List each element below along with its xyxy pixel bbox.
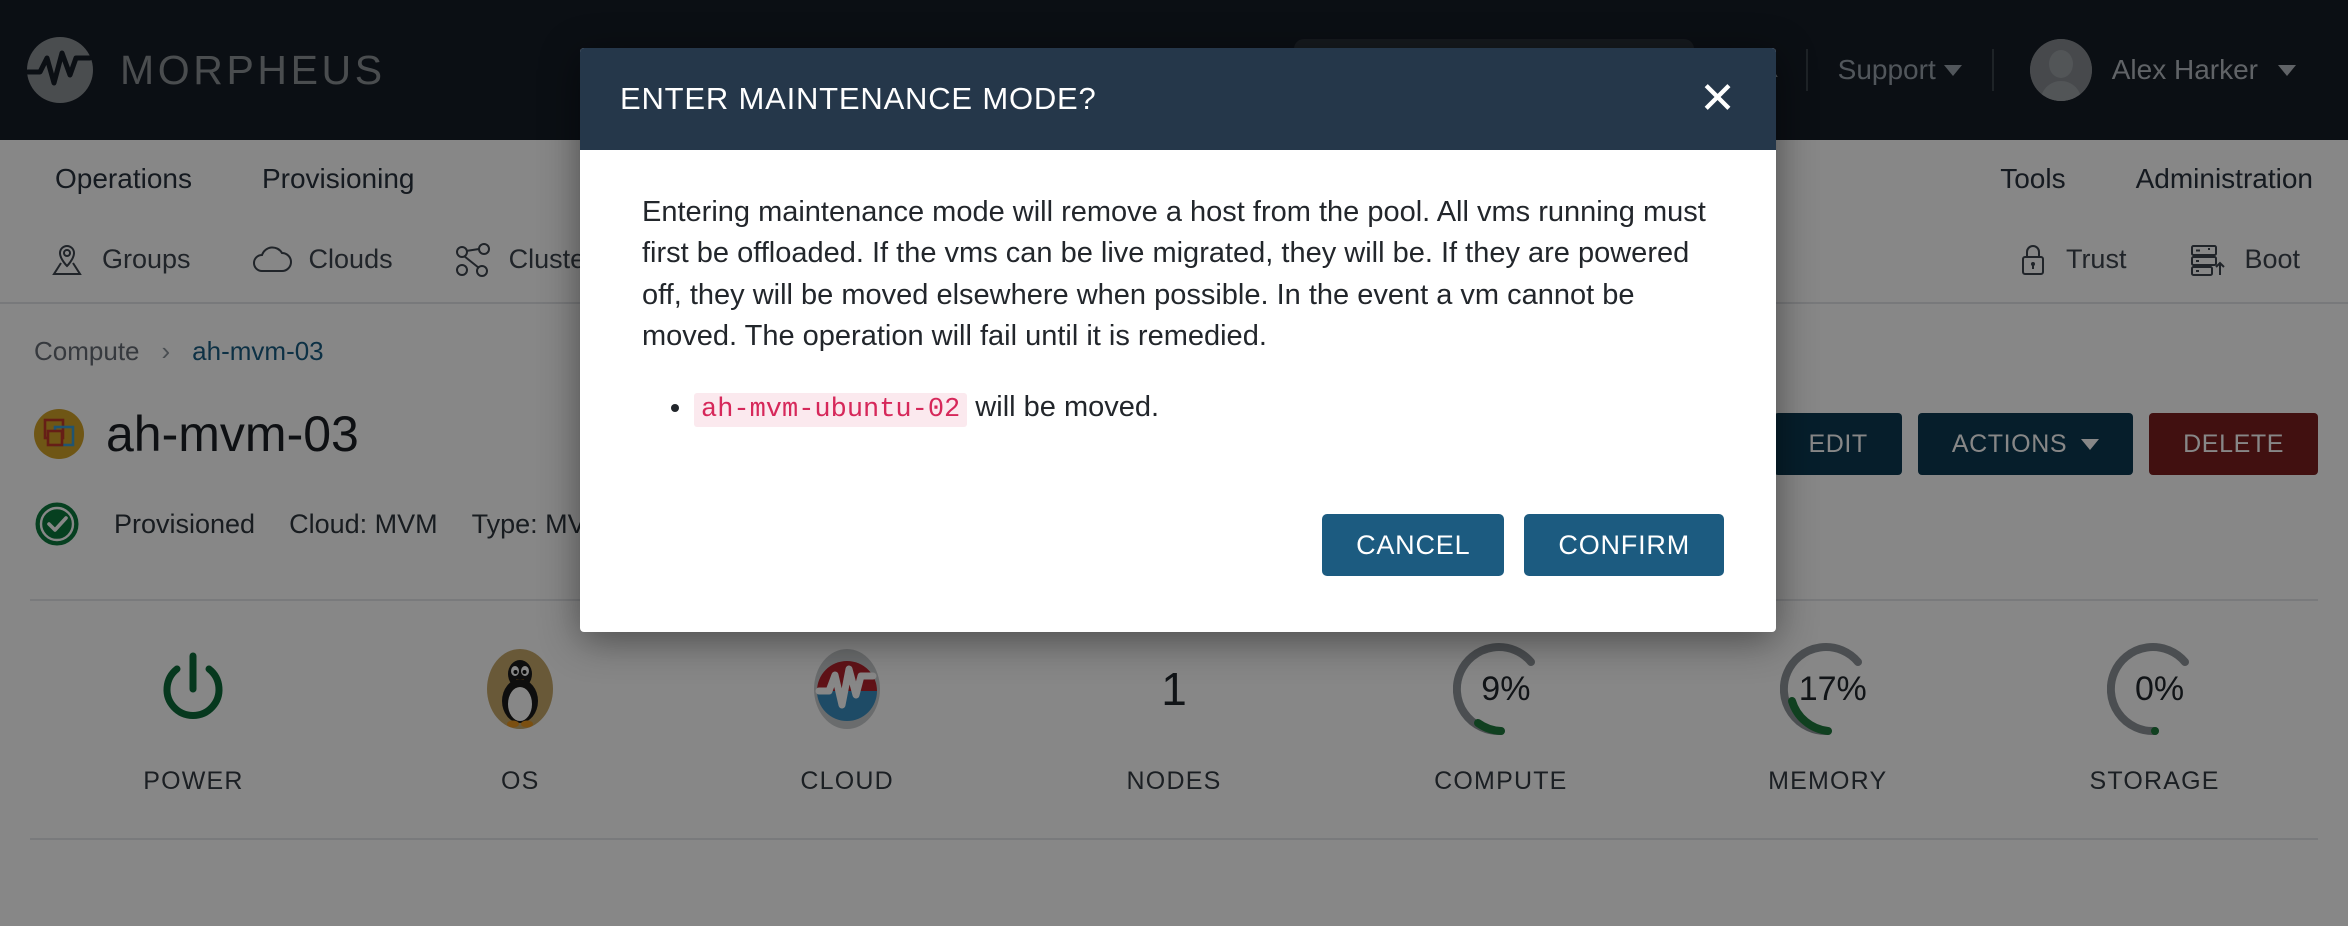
dialog-header: ENTER MAINTENANCE MODE? ✕ xyxy=(580,48,1776,150)
cancel-button[interactable]: CANCEL xyxy=(1322,514,1505,577)
app-root: MORPHEUS Support Alex Harker Operations … xyxy=(0,0,2348,926)
list-item: ah-mvm-ubuntu-02 will be moved. xyxy=(694,386,1720,431)
vm-name-code: ah-mvm-ubuntu-02 xyxy=(694,392,968,427)
dialog-title: ENTER MAINTENANCE MODE? xyxy=(620,81,1097,116)
list-item-text: will be moved. xyxy=(967,390,1160,423)
confirm-button[interactable]: CONFIRM xyxy=(1524,514,1724,577)
close-icon[interactable]: ✕ xyxy=(1699,77,1736,121)
dialog-footer: CANCEL CONFIRM xyxy=(580,460,1776,632)
maintenance-mode-dialog: ENTER MAINTENANCE MODE? ✕ Entering maint… xyxy=(580,48,1776,633)
affected-vm-list: ah-mvm-ubuntu-02 will be moved. xyxy=(694,386,1720,431)
dialog-body: Entering maintenance mode will remove a … xyxy=(580,150,1776,460)
dialog-message: Entering maintenance mode will remove a … xyxy=(642,196,1706,353)
